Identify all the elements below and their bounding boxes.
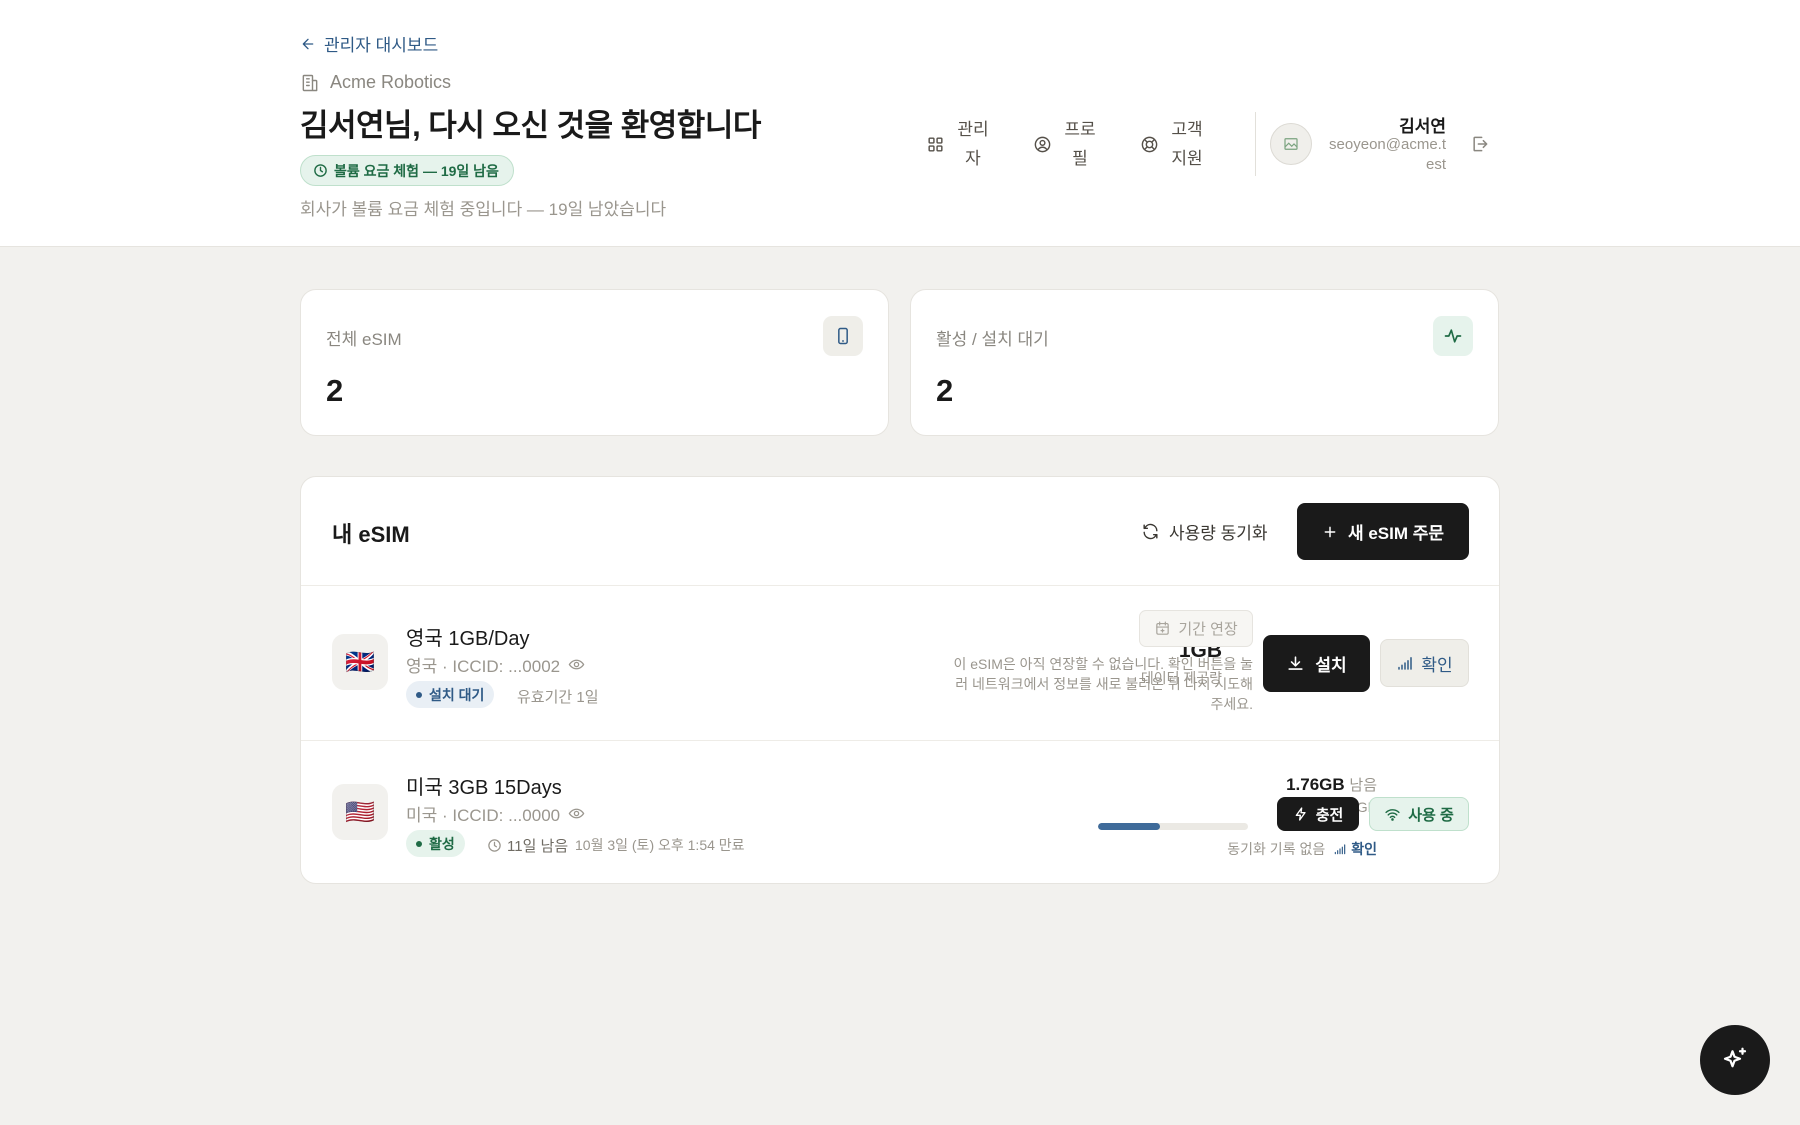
- check-button[interactable]: 확인: [1380, 639, 1469, 687]
- trial-description: 회사가 볼륨 요금 체험 중입니다 — 19일 남았습니다: [300, 200, 667, 219]
- user-name: 김서연: [1399, 117, 1446, 136]
- lightning-icon: [1295, 807, 1306, 821]
- arrow-left-icon: [302, 38, 314, 49]
- stat-icon-box: [823, 316, 863, 356]
- days-left-label: 11일 남음: [507, 838, 569, 855]
- panel-title: 내 eSIM: [332, 522, 410, 547]
- flag-us: 🇺🇸: [332, 784, 388, 840]
- in-use-label: 사용 중: [1408, 806, 1454, 824]
- logout-icon[interactable]: [1470, 134, 1490, 154]
- usage-progress-bar: [1098, 823, 1248, 830]
- nav-admin[interactable]: 관리 자: [926, 112, 991, 176]
- stat-label: 활성 / 설치 대기: [936, 330, 1049, 349]
- wifi-icon: [1385, 808, 1400, 821]
- user-email: seoyeon@acme.test: [1329, 136, 1446, 173]
- esim-row-uk: 🇬🇧 영국 1GB/Day 영국 · ICCID: ...0002 설치 대기 …: [301, 585, 1499, 740]
- check-link[interactable]: 확인: [1333, 839, 1377, 859]
- assistant-fab[interactable]: [1700, 1025, 1770, 1095]
- extend-label: 기간 연장: [1178, 621, 1238, 638]
- sync-status-line: 동기화 기록 없음 확인: [1061, 839, 1377, 859]
- plan-meta-text: 미국 · ICCID: ...0000: [406, 806, 561, 825]
- stat-label: 전체 eSIM: [326, 330, 402, 349]
- stat-icon-box: [1433, 316, 1473, 356]
- back-link-label: 관리자 대시보드: [324, 36, 439, 55]
- flag-uk: 🇬🇧: [332, 634, 388, 690]
- extend-note: 이 eSIM은 아직 연장할 수 없습니다. 확인 버튼을 눌러 네트워크에서 …: [953, 656, 1253, 712]
- install-button[interactable]: 설치: [1263, 635, 1370, 692]
- stat-card-total: 전체 eSIM 2: [300, 289, 889, 436]
- signal-bars-icon: [1334, 844, 1346, 855]
- remaining-amount: 1.76GB: [1286, 775, 1345, 794]
- nav-admin-label: 관리 자: [957, 120, 989, 168]
- page-header: 관리자 대시보드 Acme Robotics 김서연님, 다시 오신 것을 환영…: [0, 0, 1800, 247]
- nav-profile[interactable]: 프로 필: [1033, 112, 1098, 176]
- nav-support[interactable]: 고객 지원: [1140, 112, 1205, 176]
- trial-badge-label: 볼륨 요금 체험 — 19일 남음: [334, 162, 499, 179]
- trial-badge: 볼륨 요금 체험 — 19일 남음: [300, 155, 514, 186]
- expiry-text: 10월 3일 (토) 오후 1:54 만료: [575, 837, 745, 853]
- nav-support-label: 고객 지원: [1171, 120, 1203, 168]
- eye-icon[interactable]: [568, 805, 585, 822]
- in-use-button[interactable]: 사용 중: [1369, 797, 1469, 831]
- welcome-heading: 김서연님, 다시 오신 것을 환영합니다: [300, 108, 761, 143]
- charge-label: 충전: [1315, 806, 1344, 824]
- days-left: 11일 남음: [487, 835, 568, 856]
- usage-progress-fill: [1098, 823, 1160, 830]
- phone-icon: [838, 327, 848, 345]
- download-icon: [1288, 656, 1303, 670]
- stat-card-active: 활성 / 설치 대기 2: [910, 289, 1499, 436]
- status-badge: 설치 대기: [406, 681, 495, 708]
- sparkles-icon: [1723, 1047, 1747, 1068]
- nav-profile-label: 프로 필: [1064, 120, 1096, 168]
- status-label: 설치 대기: [429, 686, 485, 703]
- back-to-admin-dashboard-link[interactable]: 관리자 대시보드: [300, 31, 438, 56]
- stat-value: 2: [326, 373, 344, 408]
- clock-icon: [488, 839, 501, 852]
- charge-button[interactable]: 충전: [1277, 797, 1359, 831]
- stat-value: 2: [936, 373, 954, 408]
- calendar-plus-icon: [1156, 621, 1170, 635]
- validity-text: 유효기간 1일: [517, 689, 599, 706]
- status-dot: [416, 691, 422, 698]
- nav-divider: [1255, 112, 1256, 176]
- new-esim-order-button[interactable]: 새 eSIM 주문: [1297, 503, 1469, 560]
- lifebuoy-icon: [1141, 136, 1158, 152]
- remaining-data: 1.76GB 남음: [1181, 774, 1377, 795]
- activity-icon: [1444, 329, 1462, 343]
- company-name: Acme Robotics: [300, 72, 451, 93]
- plan-name: 미국 3GB 15Days: [406, 777, 562, 799]
- refresh-icon: [1143, 523, 1158, 540]
- sync-usage-button[interactable]: 사용량 동기화: [1141, 519, 1268, 544]
- plan-meta: 미국 · ICCID: ...0000: [406, 801, 585, 826]
- broken-image-icon: [1284, 138, 1298, 150]
- clock-icon: [314, 164, 327, 177]
- plan-name: 영국 1GB/Day: [406, 628, 530, 650]
- status-label: 활성: [429, 835, 455, 852]
- install-label: 설치: [1315, 656, 1347, 675]
- plus-icon: [1324, 526, 1336, 537]
- check-label: 확인: [1421, 655, 1453, 675]
- plan-meta: 영국 · ICCID: ...0002: [406, 652, 585, 677]
- new-esim-order-label: 새 eSIM 주문: [1347, 524, 1445, 543]
- status-badge: 활성: [406, 830, 465, 857]
- avatar[interactable]: [1270, 123, 1312, 165]
- signal-bars-icon: [1398, 657, 1413, 670]
- sync-usage-label: 사용량 동기화: [1169, 524, 1268, 543]
- remaining-suffix: 남음: [1349, 777, 1377, 794]
- building-icon: [302, 74, 318, 91]
- esim-panel: 내 eSIM 사용량 동기화 새 eSIM 주문 🇬🇧 영국 1GB/Day 영…: [300, 476, 1500, 884]
- check-link-label: 확인: [1351, 841, 1377, 857]
- grid-icon: [928, 136, 943, 152]
- sync-status-text: 동기화 기록 없음: [1227, 841, 1326, 857]
- extend-button[interactable]: 기간 연장: [1139, 610, 1253, 647]
- esim-row-us: 🇺🇸 미국 3GB 15Days 미국 · ICCID: ...0000 활성 …: [301, 740, 1499, 883]
- company-label: Acme Robotics: [330, 72, 452, 92]
- eye-icon[interactable]: [568, 656, 585, 673]
- plan-meta-text: 영국 · ICCID: ...0002: [406, 657, 561, 676]
- status-dot: [416, 840, 422, 847]
- user-circle-icon: [1034, 136, 1051, 152]
